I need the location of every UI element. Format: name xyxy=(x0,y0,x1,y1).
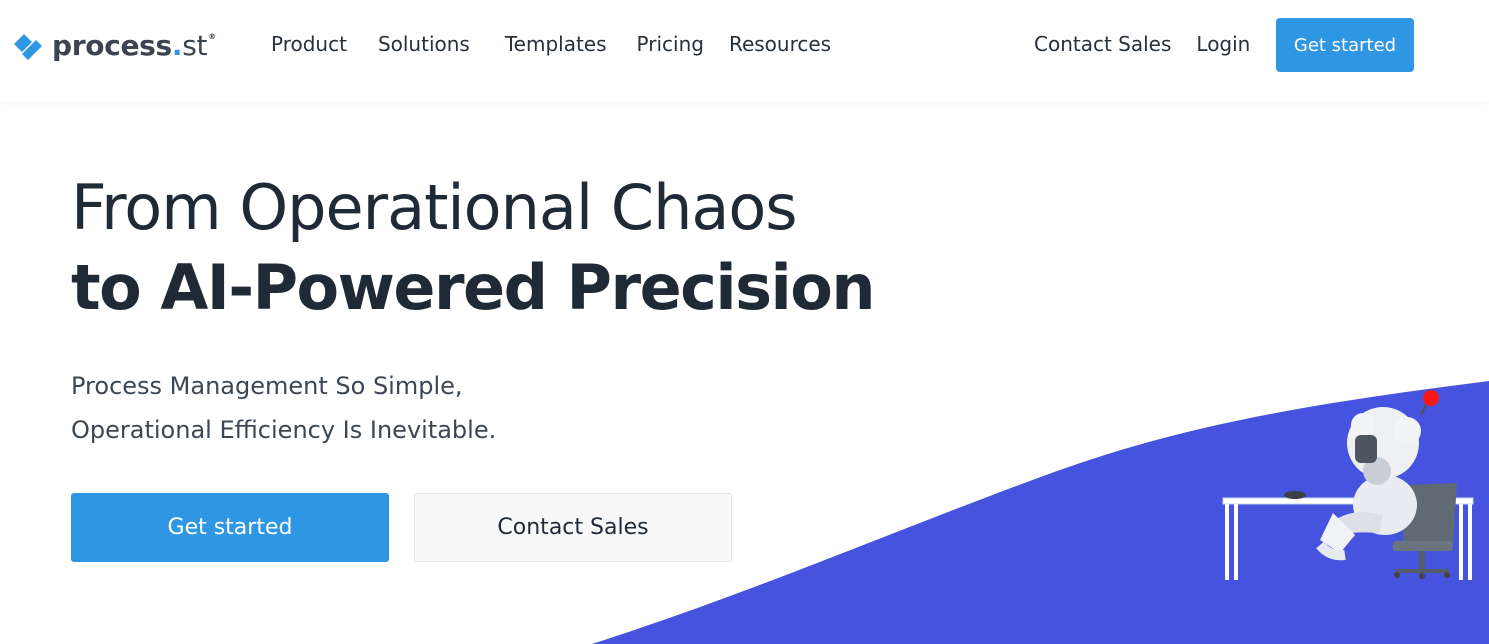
nav-pricing[interactable]: Pricing xyxy=(637,32,704,56)
nav-resources[interactable]: Resources xyxy=(729,32,831,56)
hero-title-line1: From Operational Chaos xyxy=(71,171,798,244)
header-contact-sales-link[interactable]: Contact Sales xyxy=(1034,32,1171,56)
logo-name-dot: . xyxy=(171,28,183,62)
hero-subtitle-line1: Process Management So Simple, xyxy=(71,372,463,400)
header-right-links: Contact Sales Login xyxy=(1034,32,1250,56)
header-login-link[interactable]: Login xyxy=(1196,32,1250,56)
nav-solutions[interactable]: Solutions xyxy=(378,32,470,56)
logo-mark-icon xyxy=(14,34,42,60)
main-nav: Product Solutions Templates Pricing Reso… xyxy=(271,32,862,56)
robot-at-desk-illustration xyxy=(1222,390,1474,580)
logo-name-suffix: st xyxy=(182,28,208,62)
hero-subtitle-line2: Operational Efficiency Is Inevitable. xyxy=(71,416,497,444)
hero-subtitle: Process Management So Simple, Operationa… xyxy=(71,364,496,452)
logo-text: process.st® xyxy=(52,29,216,62)
hero-title: From Operational Chaos to AI-Powered Pre… xyxy=(71,168,876,328)
nav-templates[interactable]: Templates xyxy=(505,32,607,56)
logo-name-main: process xyxy=(52,28,172,62)
header-get-started-button[interactable]: Get started xyxy=(1276,18,1414,72)
hero-contact-sales-button[interactable]: Contact Sales xyxy=(414,493,732,562)
hero-get-started-button[interactable]: Get started xyxy=(71,493,389,562)
site-header: process.st® Product Solutions Templates … xyxy=(0,0,1489,102)
logo[interactable]: process.st® xyxy=(10,26,216,64)
logo-registered-mark: ® xyxy=(208,31,216,41)
nav-product[interactable]: Product xyxy=(271,32,347,56)
hero-title-line2: to AI-Powered Precision xyxy=(71,251,876,324)
